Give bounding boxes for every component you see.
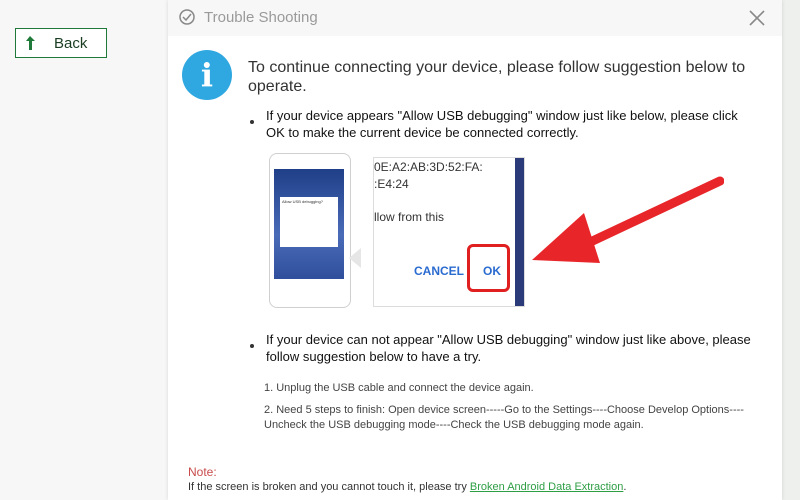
zoom-side-bar	[515, 158, 524, 306]
note-text: If the screen is broken and you cannot t…	[188, 481, 626, 493]
app-logo-icon	[179, 9, 195, 25]
phone-screen: Allow USB debugging?	[274, 169, 344, 279]
dialog-title: Trouble Shooting	[204, 9, 318, 26]
zoom-line-1: 0E:A2:AB:3D:52:FA:	[374, 160, 483, 174]
back-arrow-icon	[26, 36, 35, 50]
background-left	[0, 0, 168, 500]
back-button[interactable]: Back	[15, 28, 107, 58]
bullet-1-text: If your device appears "Allow USB debugg…	[266, 108, 738, 140]
note-text-body: If the screen is broken and you cannot t…	[188, 481, 470, 493]
note-title: Note:	[188, 465, 217, 479]
back-button-label: Back	[54, 34, 88, 52]
dialog-heading: To continue connecting your device, plea…	[248, 59, 746, 95]
bullet-2-text: If your device can not appear "Allow USB…	[266, 332, 751, 364]
zoom-cancel-button: CANCEL	[414, 264, 464, 278]
bullet-2-marker	[250, 344, 254, 348]
zoom-line-3: llow from this	[374, 210, 445, 224]
trouble-shooting-dialog: Trouble Shooting i To continue connectin…	[168, 0, 782, 500]
red-arrow-icon	[532, 176, 724, 263]
zoom-line-2: :E4:24	[374, 177, 409, 191]
callout-pointer	[349, 248, 361, 268]
step-2-text: 2. Need 5 steps to finish: Open device s…	[264, 404, 744, 431]
note-text-end: .	[623, 481, 627, 493]
mini-dialog-title: Allow USB debugging?	[282, 199, 323, 204]
step-1-text: 1. Unplug the USB cable and connect the …	[264, 382, 534, 394]
ok-highlight-box	[467, 244, 510, 292]
mini-usb-dialog: Allow USB debugging?	[280, 197, 338, 247]
phone-illustration: Allow USB debugging?	[269, 153, 351, 308]
broken-android-link[interactable]: Broken Android Data Extraction	[470, 481, 623, 493]
bullet-1-marker	[250, 120, 254, 124]
background-right	[782, 0, 800, 500]
dialog-title-bar: Trouble Shooting	[168, 0, 782, 36]
info-icon: i	[182, 50, 232, 100]
close-icon[interactable]	[746, 7, 768, 29]
